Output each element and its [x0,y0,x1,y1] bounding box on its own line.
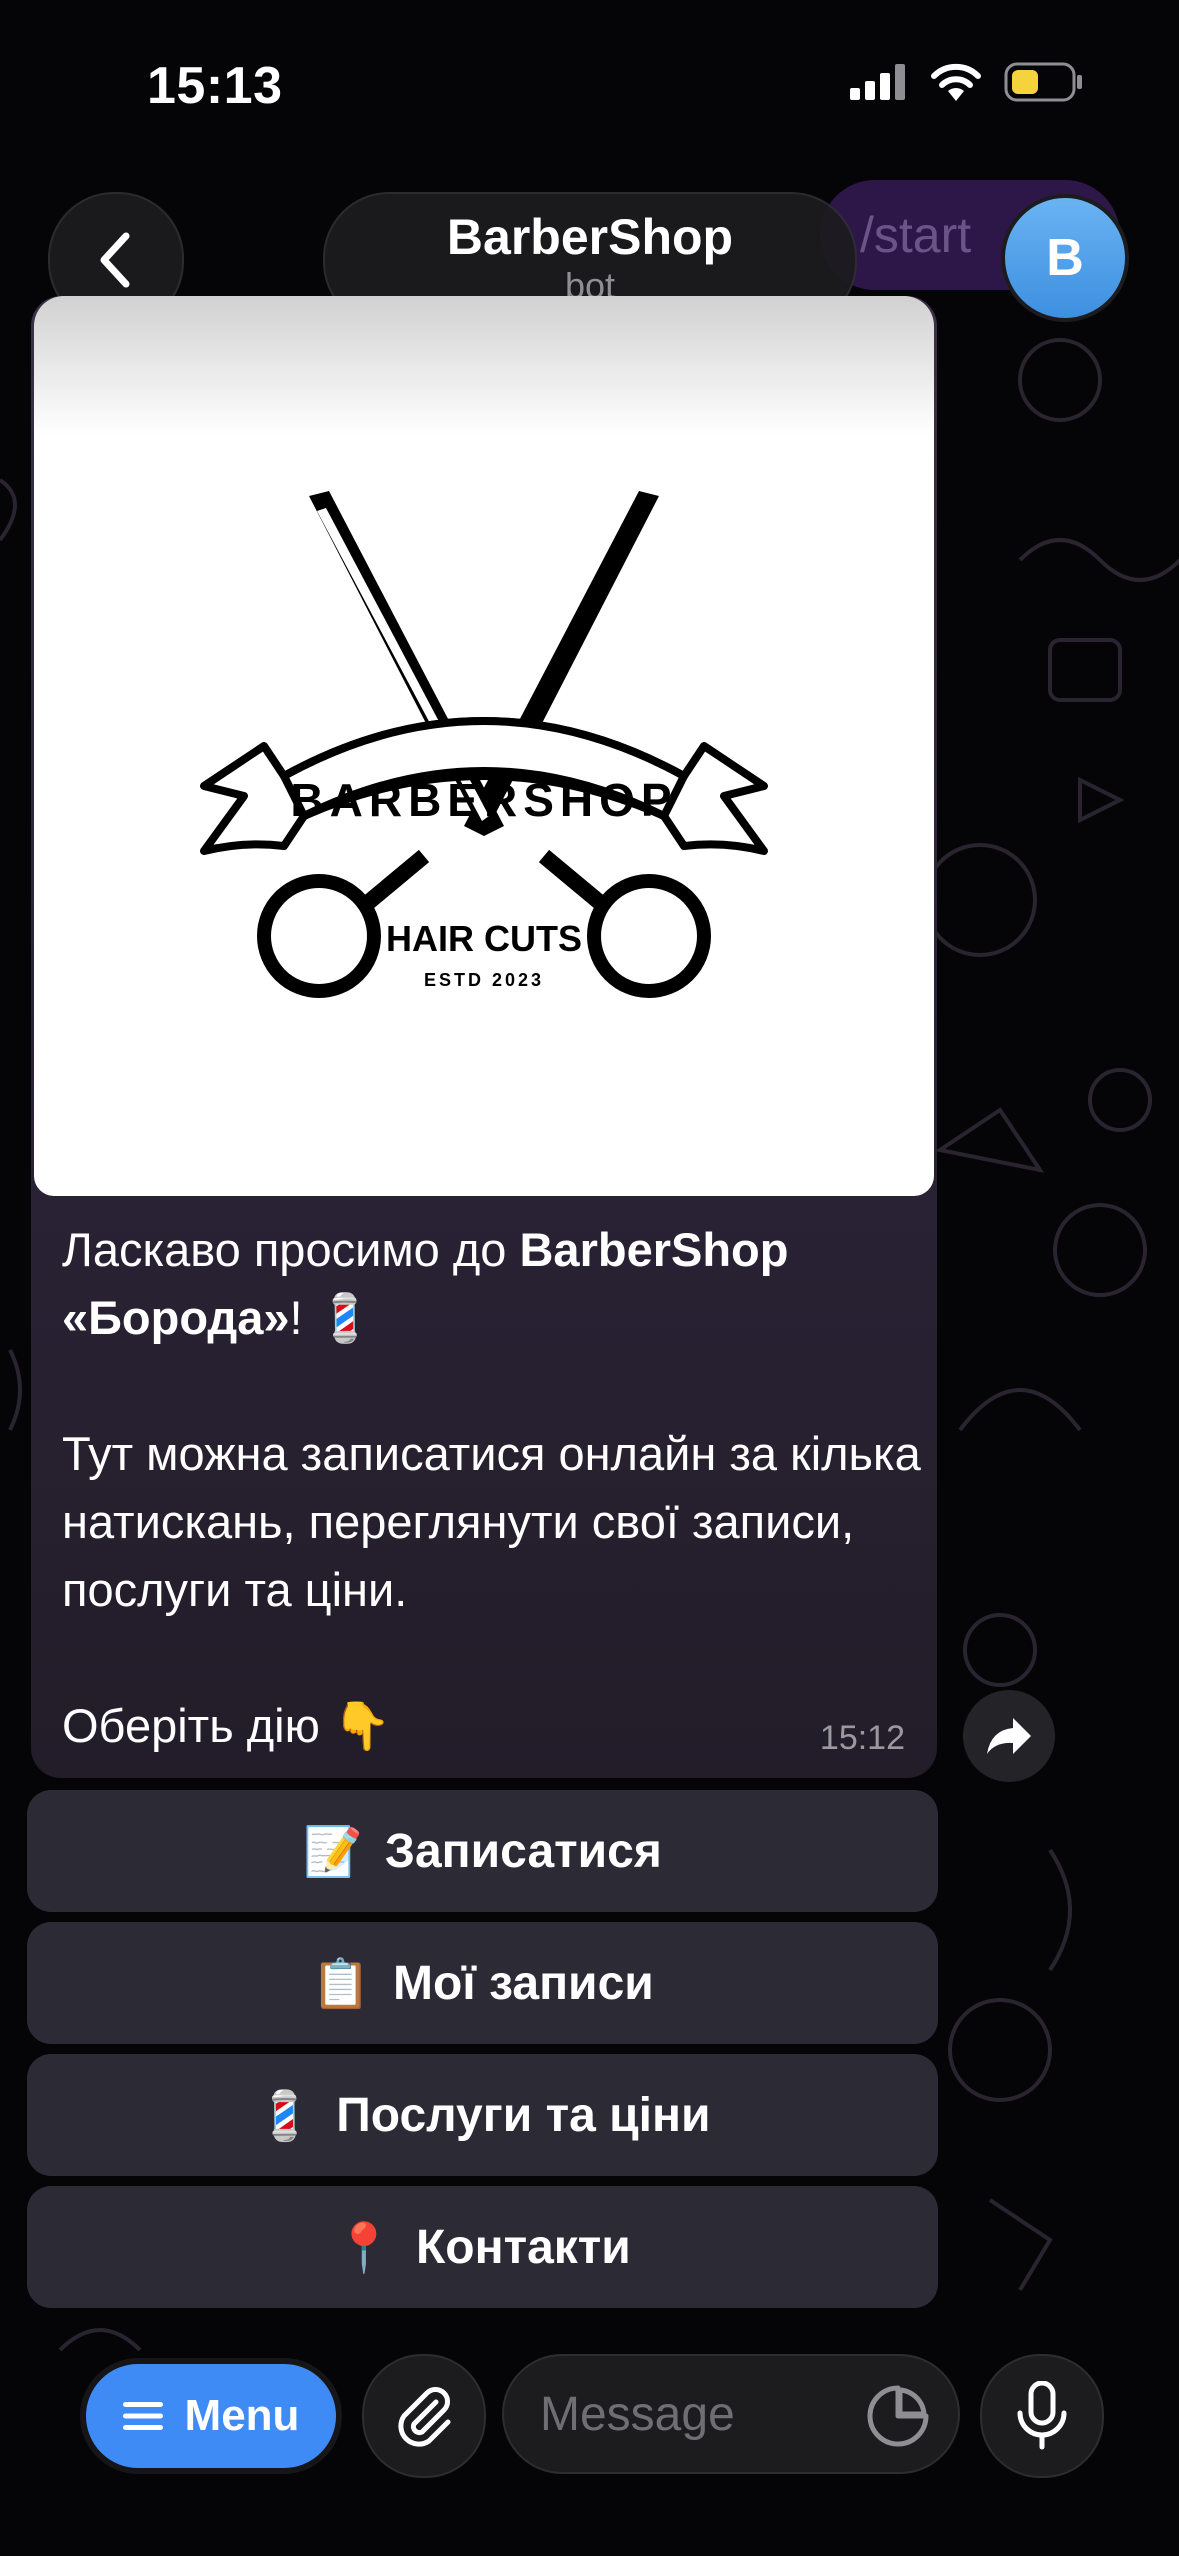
paperclip-icon [398,2387,451,2447]
description-paragraph: Тут можна записатися онлайн за кілька на… [62,1427,921,1616]
wifi-icon [931,63,981,101]
memo-icon: 📝 [303,1825,363,1879]
battery-icon [1004,62,1082,102]
clipboard-icon: 📋 [311,1957,371,2011]
welcome-line: Ласкаво просимо до BarberShop «Борода»! … [62,1223,789,1344]
message-time: 15:12 [819,1719,905,1757]
cellular-signal-icon [850,64,905,100]
message-text: Ласкаво просимо до BarberShop «Борода»! … [62,1216,922,1760]
logo-est-text: ESTD 2023 [424,970,544,990]
button-label: Мої записи [393,1956,654,2010]
button-label: Контакти [415,2220,631,2274]
barbershop-logo-image[interactable]: BARBERSHOP HAIR CUTS ESTD 2023 [34,296,934,1196]
services-prices-button[interactable]: 💈 Послуги та ціни [27,2054,938,2176]
book-appointment-button[interactable]: 📝 Записатися [27,1790,938,1912]
contacts-button[interactable]: 📍 Контакти [27,2186,938,2308]
pin-icon: 📍 [334,2221,394,2275]
logo-main-text: BARBERSHOP [290,774,677,826]
message-placeholder: Message [540,2387,735,2441]
microphone-button[interactable] [980,2354,1104,2478]
message-bubble: BARBERSHOP HAIR CUTS ESTD 2023 Ласкаво п… [31,296,937,1778]
button-label: Записатися [384,1824,662,1878]
menu-lines-icon [122,2402,163,2430]
menu-label: Menu [184,2391,300,2440]
chevron-left-icon [100,232,130,288]
status-time: 15:13 [147,57,283,115]
menu-button[interactable]: Menu [80,2358,342,2474]
message-input[interactable]: Message [502,2354,960,2474]
status-indicators [850,62,1084,102]
chat-name: BarberShop [446,209,734,265]
forward-icon [987,1718,1031,1754]
avatar[interactable]: B [1001,194,1129,322]
sticker-icon[interactable] [866,2384,930,2448]
button-label: Послуги та ціни [336,2088,711,2142]
my-appointments-button[interactable]: 📋 Мої записи [27,1922,938,2044]
choose-action-line: Оберіть дію 👇 [62,1699,392,1752]
logo-sub-text: HAIR CUTS [386,918,582,959]
share-button[interactable] [963,1690,1055,1782]
attach-button[interactable] [362,2354,486,2478]
microphone-icon [1017,2381,1067,2450]
barber-pole-icon: 💈 [254,2089,315,2143]
